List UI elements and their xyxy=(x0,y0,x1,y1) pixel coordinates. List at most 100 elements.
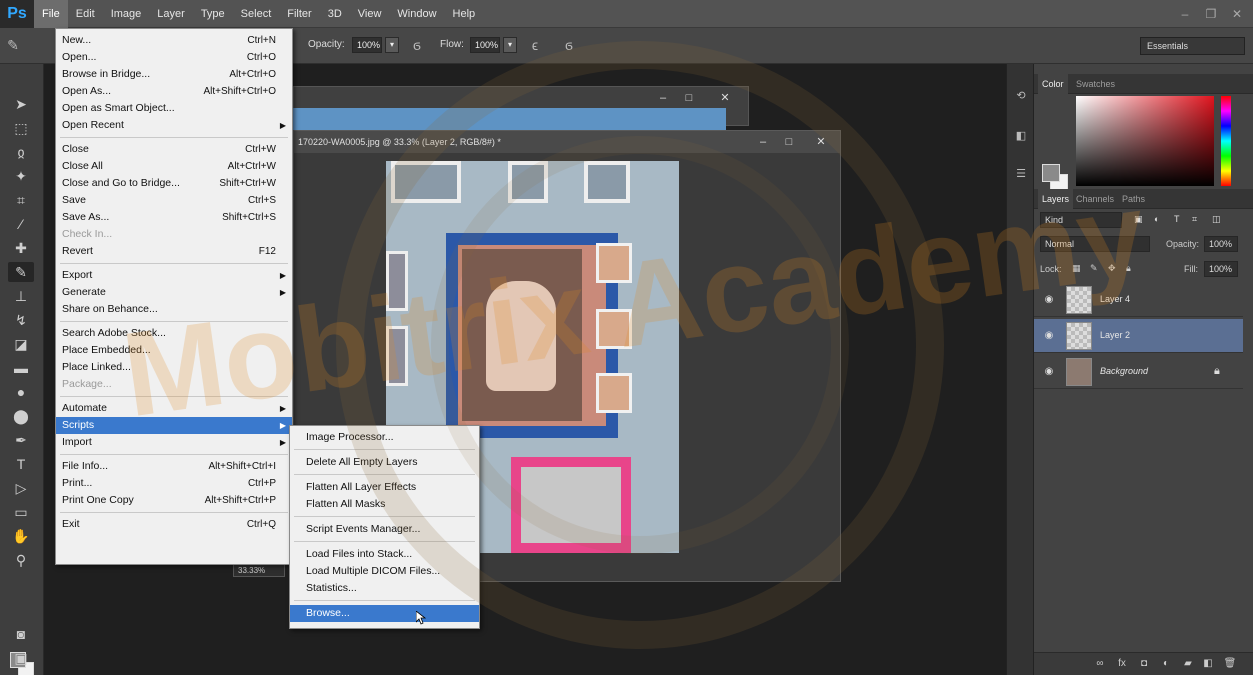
file-menu-item[interactable]: Close and Go to Bridge... Shift+Ctrl+W xyxy=(56,175,292,192)
scripts-menu-item[interactable]: Browse... xyxy=(290,605,479,622)
minimize-icon[interactable]: – xyxy=(1172,0,1198,28)
menu-3d[interactable]: 3D xyxy=(320,0,350,28)
menu-view[interactable]: View xyxy=(350,0,390,28)
doc-close-icon[interactable]: ✕ xyxy=(810,134,832,150)
file-menu-item[interactable]: Exit Ctrl+Q xyxy=(56,516,292,533)
doc-minimize-icon[interactable]: – xyxy=(752,134,774,150)
menu-type[interactable]: Type xyxy=(193,0,233,28)
file-menu-item[interactable]: Place Embedded... xyxy=(56,342,292,359)
layer-fill-field[interactable]: 100% xyxy=(1204,261,1238,277)
link-layers-icon[interactable]: ∞ xyxy=(1092,657,1108,671)
panel-foreground-swatch[interactable] xyxy=(1042,164,1060,182)
tab-channels[interactable]: Channels xyxy=(1072,189,1118,209)
file-menu-item[interactable]: File Info... Alt+Shift+Ctrl+I xyxy=(56,458,292,475)
file-menu-item[interactable]: Save As... Shift+Ctrl+S xyxy=(56,209,292,226)
file-menu-item[interactable]: Automate ▶ xyxy=(56,400,292,417)
file-menu-item[interactable]: Export ▶ xyxy=(56,267,292,284)
blur-tool-icon[interactable]: ● xyxy=(8,382,34,402)
layer-row[interactable]: ◉ Layer 4 xyxy=(1034,283,1243,317)
file-menu-item[interactable]: Print One Copy Alt+Shift+Ctrl+P xyxy=(56,492,292,509)
blend-mode-select[interactable]: Normal xyxy=(1040,236,1150,252)
layer-filter-select[interactable]: Kind xyxy=(1040,212,1122,228)
delete-layer-icon[interactable]: 🗑︎ xyxy=(1222,657,1238,671)
shape-tool-icon[interactable]: ▭ xyxy=(8,502,34,522)
history-panel-icon[interactable]: ⟲ xyxy=(1013,88,1029,104)
scripts-menu-item[interactable]: Flatten All Layer Effects xyxy=(290,479,479,496)
layer-name[interactable]: Layer 4 xyxy=(1100,294,1130,304)
hand-tool-icon[interactable]: ✋ xyxy=(8,526,34,546)
lock-all-icon[interactable]: 🔒︎ xyxy=(1126,263,1131,274)
file-menu-item[interactable]: Place Linked... xyxy=(56,359,292,376)
filter-shape-icon[interactable]: ⌗ xyxy=(1192,214,1197,225)
layer-name[interactable]: Layer 2 xyxy=(1100,330,1130,340)
eyedropper-tool-icon[interactable]: ⁄ xyxy=(8,214,34,234)
file-menu-item[interactable]: Share on Behance... xyxy=(56,301,292,318)
history-brush-icon[interactable]: ↯ xyxy=(8,310,34,330)
hue-slider[interactable] xyxy=(1221,96,1231,186)
back-doc-restore-icon[interactable]: □ xyxy=(678,90,700,106)
layer-opacity-field[interactable]: 100% xyxy=(1204,236,1238,252)
back-doc-minimize-icon[interactable]: – xyxy=(652,90,674,106)
opacity-dropdown-icon[interactable]: ▾ xyxy=(385,37,399,53)
healing-tool-icon[interactable]: ✚ xyxy=(8,238,34,258)
file-menu-item[interactable]: Open as Smart Object... xyxy=(56,100,292,117)
scripts-menu-item[interactable]: Image Processor... xyxy=(290,429,479,446)
pressure-opacity-icon[interactable]: ϭ xyxy=(408,36,426,54)
close-icon[interactable]: ✕ xyxy=(1224,0,1250,28)
path-select-tool-icon[interactable]: ▷ xyxy=(8,478,34,498)
file-menu-item[interactable]: Close Ctrl+W xyxy=(56,141,292,158)
marquee-tool-icon[interactable]: ⬚ xyxy=(8,118,34,138)
pen-tool-icon[interactable]: ✒ xyxy=(8,430,34,450)
tab-swatches[interactable]: Swatches xyxy=(1072,74,1119,94)
menu-select[interactable]: Select xyxy=(233,0,280,28)
adjustment-layer-icon[interactable]: ◐ xyxy=(1158,657,1174,671)
file-menu-item[interactable]: Revert F12 xyxy=(56,243,292,260)
file-menu-item[interactable]: Print... Ctrl+P xyxy=(56,475,292,492)
properties-panel-icon[interactable]: ☰ xyxy=(1013,166,1029,182)
file-menu-item[interactable]: Save Ctrl+S xyxy=(56,192,292,209)
quick-select-tool-icon[interactable]: ✦ xyxy=(8,166,34,186)
scripts-menu-item[interactable]: Load Files into Stack... xyxy=(290,546,479,563)
eraser-tool-icon[interactable]: ◪ xyxy=(8,334,34,354)
tab-color[interactable]: Color xyxy=(1038,74,1068,94)
crop-tool-icon[interactable]: ⌗ xyxy=(8,190,34,210)
visibility-eye-icon[interactable]: ◉ xyxy=(1042,293,1056,307)
back-doc-close-icon[interactable]: ✕ xyxy=(714,90,736,106)
tab-layers[interactable]: Layers xyxy=(1038,189,1074,209)
flow-dropdown-icon[interactable]: ▾ xyxy=(503,37,517,53)
stamp-tool-icon[interactable]: ⊥ xyxy=(8,286,34,306)
lock-transparency-icon[interactable]: ▦ xyxy=(1072,263,1081,274)
filter-pixel-icon[interactable]: ▣ xyxy=(1134,214,1143,225)
move-tool-icon[interactable]: ➤ xyxy=(8,94,34,114)
filter-adjustment-icon[interactable]: ◐ xyxy=(1154,214,1159,224)
adjustments-panel-icon[interactable]: ◧ xyxy=(1013,128,1029,144)
lock-position-icon[interactable]: ✥ xyxy=(1108,263,1116,274)
file-menu-item[interactable]: New... Ctrl+N xyxy=(56,32,292,49)
zoom-level-field[interactable]: 33.33% xyxy=(233,563,285,577)
layer-style-icon[interactable]: fx xyxy=(1114,657,1130,671)
scripts-menu-item[interactable]: Script Events Manager... xyxy=(290,521,479,538)
quick-mask-icon[interactable]: ◙ xyxy=(8,624,34,644)
layer-row[interactable]: ◉ Background 🔒︎ xyxy=(1034,355,1243,389)
layer-row-selected[interactable]: ◉ Layer 2 xyxy=(1034,319,1243,353)
lock-image-icon[interactable]: ✎ xyxy=(1090,263,1098,274)
layer-mask-icon[interactable]: ◘ xyxy=(1136,657,1152,671)
zoom-tool-icon[interactable]: ⚲ xyxy=(8,550,34,570)
tab-paths[interactable]: Paths xyxy=(1118,189,1149,209)
menu-image[interactable]: Image xyxy=(103,0,150,28)
file-menu-item[interactable]: Import ▶ xyxy=(56,434,292,451)
scripts-menu-item[interactable]: Flatten All Masks xyxy=(290,496,479,513)
visibility-eye-icon[interactable]: ◉ xyxy=(1042,329,1056,343)
menu-help[interactable]: Help xyxy=(445,0,484,28)
lasso-tool-icon[interactable]: ჲ xyxy=(8,142,34,162)
new-layer-icon[interactable]: ◧ xyxy=(1200,657,1216,671)
scripts-menu-item[interactable]: Statistics... xyxy=(290,580,479,597)
file-menu-item[interactable]: Close All Alt+Ctrl+W xyxy=(56,158,292,175)
menu-edit[interactable]: Edit xyxy=(68,0,103,28)
pressure-size-icon[interactable]: ϭ xyxy=(560,36,578,54)
visibility-eye-icon[interactable]: ◉ xyxy=(1042,365,1056,379)
filter-smart-object-icon[interactable]: ◫ xyxy=(1212,214,1221,225)
restore-icon[interactable]: ❐ xyxy=(1198,0,1224,28)
file-menu-item[interactable]: Open As... Alt+Shift+Ctrl+O xyxy=(56,83,292,100)
scripts-menu-item[interactable]: Delete All Empty Layers xyxy=(290,454,479,471)
